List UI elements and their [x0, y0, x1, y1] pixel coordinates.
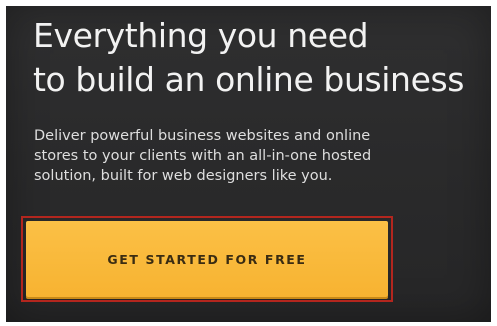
hero-headline: Everything you need to build an online b… [33, 14, 464, 102]
description-line-2: stores to your clients with an all-in-on… [34, 148, 372, 164]
description-line-3: solution, built for web designers like y… [34, 168, 333, 184]
get-started-button[interactable]: GET STARTED FOR FREE [26, 221, 388, 297]
hero-description: Deliver powerful business websites and o… [34, 126, 454, 186]
headline-line-1: Everything you need [33, 16, 369, 55]
headline-line-2: to build an online business [33, 60, 465, 99]
description-line-1: Deliver powerful business websites and o… [34, 128, 371, 144]
